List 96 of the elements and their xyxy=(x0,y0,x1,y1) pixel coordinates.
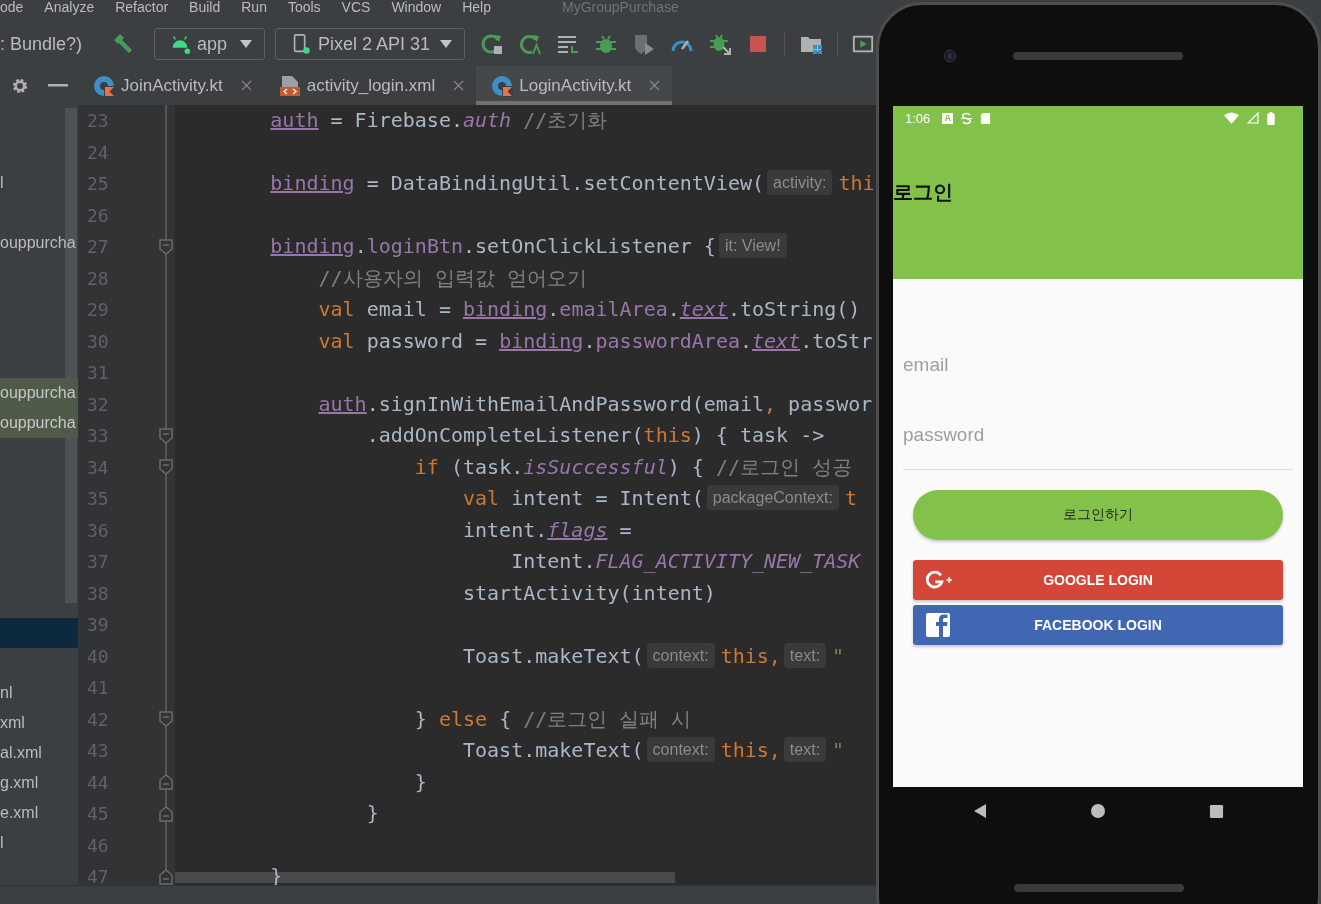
apply-changes-icon[interactable] xyxy=(518,32,542,56)
run-config-dropdown[interactable]: app xyxy=(154,28,265,60)
camera-icon xyxy=(943,48,957,63)
google-login-button[interactable]: GOOGLE LOGIN xyxy=(913,560,1283,600)
profiler-icon[interactable] xyxy=(632,32,656,56)
tree-item[interactable]: l xyxy=(0,168,78,198)
caret-icon xyxy=(240,40,252,48)
editor-tab[interactable]: LoginActivity.kt xyxy=(476,66,673,105)
code-text: auth.signInWithEmailAndPassword(email, passwor xyxy=(318,391,873,416)
code-text: " xyxy=(832,643,845,668)
code-text: binding.loginBtn.setOnClickListener { xyxy=(270,234,716,258)
code-text: if (task.isSuccessful) { //로그인 성공 xyxy=(414,454,852,479)
fold-icon[interactable] xyxy=(159,868,173,885)
facebook-icon xyxy=(926,613,950,637)
close-icon[interactable] xyxy=(649,80,661,91)
status-time: 1:06 xyxy=(905,110,931,126)
tree-item[interactable]: l xyxy=(0,828,78,858)
close-icon[interactable] xyxy=(240,80,252,91)
device-dropdown[interactable]: Pixel 2 API 31 xyxy=(275,28,465,60)
attach-debugger-icon[interactable] xyxy=(708,32,732,56)
battery-icon xyxy=(1267,111,1275,125)
code-text: val password = binding.passwordArea.text.toStr xyxy=(318,328,873,353)
tree-item[interactable]: e.xml xyxy=(0,798,78,828)
login-button[interactable]: 로그인하기 xyxy=(913,490,1283,540)
menu-item[interactable]: Run xyxy=(241,0,267,14)
tree-item[interactable]: nl xyxy=(0,678,78,708)
tree-item[interactable]: ouppurcha xyxy=(0,378,78,408)
menu-item[interactable]: ode xyxy=(0,0,24,14)
restart-icon[interactable] xyxy=(480,32,504,56)
code-text: .addOnCompleteListener(this) { task -> xyxy=(366,423,825,447)
google-plus-icon xyxy=(926,570,952,590)
menu-item[interactable]: Refactor xyxy=(115,0,169,14)
code-text: Toast.makeText( xyxy=(463,643,644,668)
code-text: this, xyxy=(720,738,781,762)
fold-icon[interactable] xyxy=(159,805,173,822)
sync-icon xyxy=(961,111,973,125)
parameter-hint: packageContext: xyxy=(706,485,839,510)
code-text: " xyxy=(832,738,845,762)
tree-item[interactable]: xml xyxy=(0,708,78,738)
code-text: val intent = Intent( xyxy=(463,486,704,510)
tree-item[interactable]: g.xml xyxy=(0,768,78,798)
breadcrumb-text: : Bundle?) xyxy=(0,33,84,55)
back-icon[interactable] xyxy=(972,803,988,819)
menu-item[interactable]: VCS xyxy=(341,0,371,14)
close-icon[interactable] xyxy=(453,80,465,91)
menu-item[interactable]: Window xyxy=(391,0,442,14)
tree-item[interactable]: ouppurcha xyxy=(0,408,78,438)
code-text: startActivity(intent) xyxy=(463,580,716,605)
wifi-icon xyxy=(1224,112,1239,124)
code-text: } xyxy=(366,801,379,825)
parameter-hint: activity: xyxy=(767,170,833,195)
code-text: } xyxy=(414,769,427,794)
parameter-hint: it: View! xyxy=(718,233,787,258)
parameter-hint: context: xyxy=(646,642,715,668)
app-title: 로그인 xyxy=(893,179,953,205)
menu-item[interactable]: Help xyxy=(462,0,491,14)
signal-icon xyxy=(1247,112,1259,124)
caret-icon xyxy=(440,40,452,48)
screen-play-icon[interactable] xyxy=(852,33,874,55)
tree-item[interactable]: al.xml xyxy=(0,738,78,768)
fold-icon[interactable] xyxy=(159,427,173,444)
code-text: t xyxy=(844,486,857,510)
editor-tab[interactable]: JoinActivity.kt xyxy=(78,66,264,105)
parameter-hint: context: xyxy=(646,737,715,762)
code-text: intent.flags = xyxy=(463,517,632,542)
menu-item[interactable]: Analyze xyxy=(44,0,95,14)
code-text: auth = Firebase.auth //초기화 xyxy=(270,108,608,132)
code-text: } else { //로그인 실패 시 xyxy=(414,706,692,731)
notification-badge: A xyxy=(942,112,954,124)
menu-item[interactable]: Tools xyxy=(287,0,321,14)
code-text: val email = binding.emailArea.text.toString() xyxy=(318,297,861,321)
menu-item[interactable]: Build xyxy=(189,0,221,14)
code-text: binding = DataBindingUtil.setContentView( xyxy=(270,171,765,195)
recents-icon[interactable] xyxy=(1208,803,1224,819)
fold-icon[interactable] xyxy=(159,711,173,728)
xml-file-icon xyxy=(278,74,301,97)
text-field[interactable]: password xyxy=(903,414,1293,470)
tree-item[interactable]: ouppurcha xyxy=(0,228,78,258)
kotlin-file-icon xyxy=(93,74,115,97)
minimize-icon[interactable] xyxy=(48,83,68,88)
facebook-login-button[interactable]: FACEBOOK LOGIN xyxy=(913,605,1283,645)
editor-tab[interactable]: activity_login.xml xyxy=(263,66,477,105)
code-text: this, xyxy=(720,643,781,668)
fold-icon[interactable] xyxy=(159,774,173,791)
code-text: Toast.makeText( xyxy=(463,738,644,762)
fold-icon[interactable] xyxy=(159,238,173,255)
kotlin-file-icon xyxy=(491,74,514,97)
parameter-hint: text: xyxy=(783,737,827,762)
code-text: //사용자의 입력값 얻어오기 xyxy=(318,265,587,290)
text-field[interactable]: email xyxy=(903,344,1293,400)
code-text: Intent.FLAG_ACTIVITY_NEW_TASK xyxy=(511,549,861,573)
fold-icon[interactable] xyxy=(159,459,173,476)
parameter-hint: text: xyxy=(783,642,827,668)
sd-card-icon xyxy=(980,111,992,125)
home-icon[interactable] xyxy=(1090,803,1106,819)
code-text: thi xyxy=(838,171,875,195)
